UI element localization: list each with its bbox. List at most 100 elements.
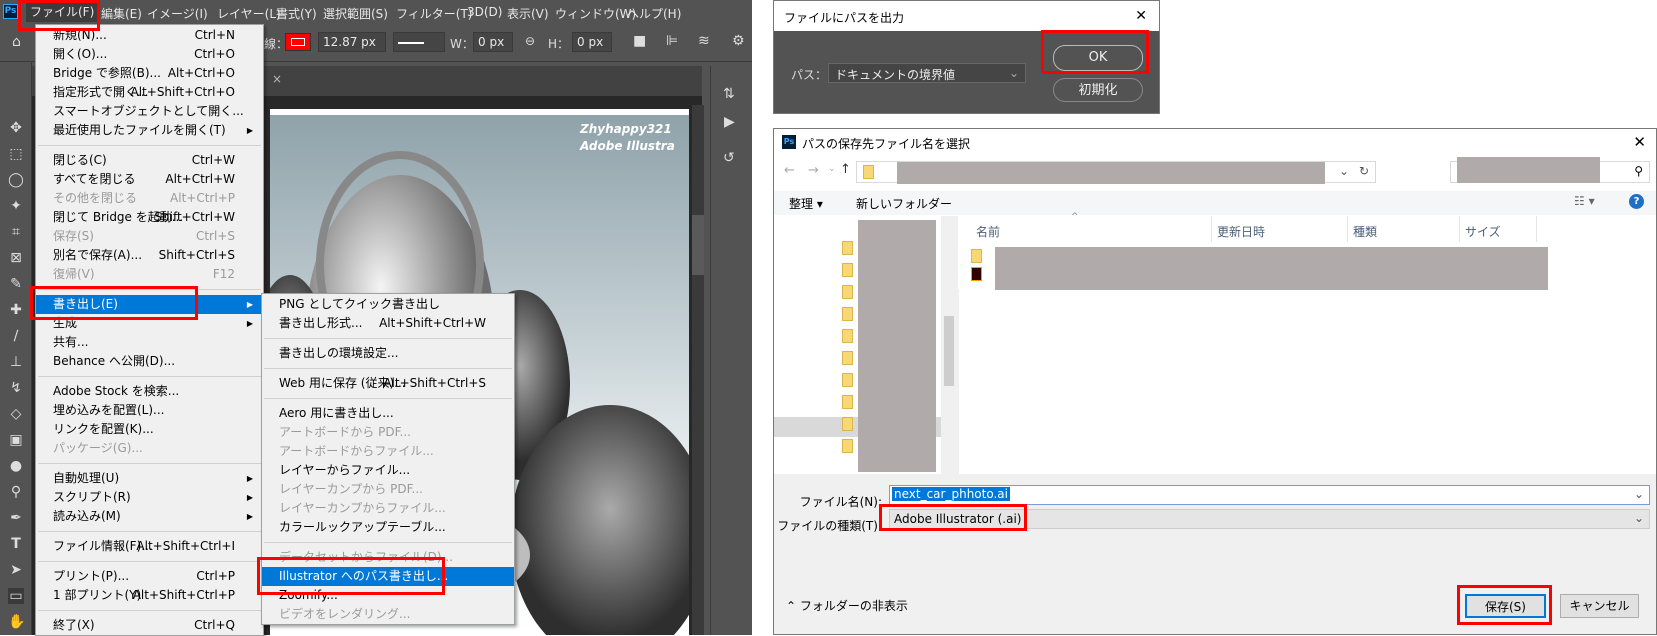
canvas-vertical-scrollbar[interactable] bbox=[692, 105, 704, 635]
menu-item-31[interactable]: プリント(P)... Ctrl+P bbox=[36, 567, 263, 586]
column-type[interactable]: 種類 bbox=[1353, 223, 1377, 240]
menu-item-18[interactable]: Behance へ公開(D)... bbox=[36, 352, 263, 371]
crop-tool-icon[interactable]: ⌗ bbox=[8, 224, 24, 240]
filename-input[interactable]: next_car_phhoto.ai ⌄ bbox=[889, 485, 1650, 505]
menu-item-1[interactable]: 書き出し形式... Alt+Shift+Ctrl+W bbox=[262, 314, 514, 333]
stamp-tool-icon[interactable]: ⊥ bbox=[8, 354, 24, 370]
history-panel-icon[interactable]: ⇅ bbox=[723, 86, 735, 102]
menu-item-7[interactable]: Aero 用に書き出し... bbox=[262, 404, 514, 423]
menu-item-21[interactable]: 埋め込みを配置(L)... bbox=[36, 401, 263, 420]
menu-item-10[interactable]: レイヤーからファイル... bbox=[262, 461, 514, 480]
menu-item-27[interactable]: 読み込み(M) ▶ bbox=[36, 507, 263, 526]
type-tool-icon[interactable]: T bbox=[8, 536, 24, 552]
blur-tool-icon[interactable]: ● bbox=[8, 458, 24, 474]
path-arrangement-icon[interactable]: ≋ bbox=[698, 33, 710, 49]
menu-item-34[interactable]: 終了(X) Ctrl+Q bbox=[36, 616, 263, 635]
menu-edit[interactable]: 編集(E) bbox=[101, 5, 142, 22]
home-icon[interactable]: ⌂ bbox=[12, 34, 21, 50]
menu-item-1[interactable]: 開く(O)... Ctrl+O bbox=[36, 45, 263, 64]
menu-window[interactable]: ウィンドウ(W) bbox=[555, 5, 636, 22]
height-input[interactable]: 0 px bbox=[572, 32, 612, 52]
menu-item-0[interactable]: 新規(N)... Ctrl+N bbox=[36, 26, 263, 45]
menu-image[interactable]: イメージ(I) bbox=[147, 5, 208, 22]
width-input[interactable]: 0 px bbox=[473, 32, 513, 52]
back-arrow-icon[interactable]: ← bbox=[784, 163, 795, 178]
frame-tool-icon[interactable]: ⊠ bbox=[8, 250, 24, 266]
path-alignment-icon[interactable]: ⊫ bbox=[666, 33, 678, 49]
lasso-tool-icon[interactable]: ◯ bbox=[8, 172, 24, 188]
path-operations-icon[interactable]: ■ bbox=[633, 33, 646, 49]
healing-brush-tool-icon[interactable]: ✚ bbox=[8, 302, 24, 318]
menu-item-5[interactable]: 最近使用したファイルを開く(T) ▶ bbox=[36, 121, 263, 140]
hand-tool-icon[interactable]: ✋ bbox=[8, 614, 25, 630]
menu-item-20[interactable]: Adobe Stock を検索... bbox=[36, 382, 263, 401]
marquee-tool-icon[interactable]: ⬚ bbox=[8, 146, 24, 162]
menu-help[interactable]: ヘルプ(H) bbox=[627, 5, 681, 22]
close-icon[interactable]: ✕ bbox=[1633, 133, 1646, 151]
menu-filter[interactable]: フィルター(T) bbox=[396, 5, 472, 22]
tree-folder-icon[interactable] bbox=[842, 241, 853, 255]
stroke-style-select[interactable] bbox=[393, 32, 445, 52]
menu-item-5[interactable]: Web 用に保存 (従来)... Alt+Shift+Ctrl+S bbox=[262, 374, 514, 393]
dodge-tool-icon[interactable]: ⚲ bbox=[8, 484, 24, 500]
chevron-down-icon[interactable]: ⌄ bbox=[1634, 487, 1644, 501]
close-tab-icon[interactable]: × bbox=[272, 72, 282, 86]
menu-view[interactable]: 表示(V) bbox=[507, 5, 549, 22]
menu-3d[interactable]: 3D(D) bbox=[467, 5, 502, 19]
rectangle-tool-icon[interactable]: ▭ bbox=[8, 588, 24, 604]
gear-icon[interactable]: ⚙ bbox=[732, 33, 745, 49]
menu-item-22[interactable]: リンクを配置(K)... bbox=[36, 420, 263, 439]
filetype-select[interactable]: Adobe Illustrator (.ai) ⌄ bbox=[889, 509, 1650, 529]
refresh-icon[interactable]: ↻ bbox=[1359, 164, 1369, 178]
actions-play-icon[interactable]: ▶ bbox=[724, 114, 735, 130]
help-icon[interactable]: ? bbox=[1629, 194, 1644, 209]
link-icon[interactable]: ⊖ bbox=[525, 34, 535, 48]
move-tool-icon[interactable]: ✥ bbox=[8, 120, 24, 136]
gradient-tool-icon[interactable]: ▣ bbox=[8, 432, 24, 448]
eyedropper-tool-icon[interactable]: ✎ bbox=[8, 276, 24, 292]
file-list[interactable]: ^ 名前 更新日時 種類 サイズ bbox=[959, 212, 1656, 474]
path-selection-tool-icon[interactable]: ➤ bbox=[8, 562, 24, 578]
menu-type[interactable]: 書式(Y) bbox=[276, 5, 317, 22]
up-arrow-icon[interactable]: ↑ bbox=[840, 162, 851, 177]
close-icon[interactable]: ✕ bbox=[1135, 8, 1147, 24]
menu-item-7[interactable]: 閉じる(C) Ctrl+W bbox=[36, 151, 263, 170]
view-options-icon[interactable]: ☷ ▾ bbox=[1574, 194, 1595, 208]
cancel-button[interactable]: キャンセル bbox=[1560, 594, 1639, 618]
brush-tool-icon[interactable]: ∕ bbox=[8, 328, 24, 344]
tree-folder-icon[interactable] bbox=[842, 263, 853, 277]
stroke-width-input[interactable]: 12.87 px bbox=[318, 32, 386, 52]
magic-wand-tool-icon[interactable]: ✦ bbox=[8, 198, 24, 214]
menu-layer[interactable]: レイヤー(L) bbox=[217, 5, 281, 22]
menu-item-10[interactable]: 閉じて Bridge を起動... Shift+Ctrl+W bbox=[36, 208, 263, 227]
tree-folder-icon[interactable] bbox=[842, 351, 853, 365]
menu-item-2[interactable]: Bridge で参照(B)... Alt+Ctrl+O bbox=[36, 64, 263, 83]
menu-item-16[interactable]: Illustrator へのパス書き出し... bbox=[262, 567, 514, 586]
tree-folder-icon[interactable] bbox=[842, 417, 853, 431]
save-button[interactable]: 保存(S) bbox=[1465, 594, 1546, 618]
pen-tool-icon[interactable]: ✒ bbox=[8, 510, 24, 526]
ok-button[interactable]: OK bbox=[1053, 45, 1143, 71]
tree-folder-icon[interactable] bbox=[842, 307, 853, 321]
menu-item-12[interactable]: 別名で保存(A)... Shift+Ctrl+S bbox=[36, 246, 263, 265]
reset-button[interactable]: 初期化 bbox=[1053, 78, 1143, 102]
menu-item-4[interactable]: スマートオブジェクトとして開く... bbox=[36, 102, 263, 121]
menu-item-8[interactable]: すべてを閉じる Alt+Ctrl+W bbox=[36, 170, 263, 189]
menu-item-3[interactable]: 指定形式で開く... Alt+Shift+Ctrl+O bbox=[36, 83, 263, 102]
column-modified[interactable]: 更新日時 bbox=[1217, 223, 1265, 240]
menu-item-16[interactable]: 生成 ▶ bbox=[36, 314, 263, 333]
tree-folder-icon[interactable] bbox=[842, 373, 853, 387]
eraser-tool-icon[interactable]: ◇ bbox=[8, 406, 24, 422]
menu-item-26[interactable]: スクリプト(R) ▶ bbox=[36, 488, 263, 507]
new-folder-button[interactable]: 新しいフォルダー bbox=[856, 195, 952, 212]
tree-folder-icon[interactable] bbox=[842, 439, 853, 453]
path-select[interactable]: ドキュメントの境界値 ⌄ bbox=[828, 63, 1026, 83]
menu-item-13[interactable]: カラールックアップテーブル... bbox=[262, 518, 514, 537]
menu-item-17[interactable]: Zoomify... bbox=[262, 586, 514, 605]
history-brush-tool-icon[interactable]: ↯ bbox=[8, 380, 24, 396]
tree-folder-icon[interactable] bbox=[842, 285, 853, 299]
menu-file[interactable]: ファイル(F) bbox=[26, 2, 99, 22]
menu-item-3[interactable]: 書き出しの環境設定... bbox=[262, 344, 514, 363]
menu-item-29[interactable]: ファイル情報(F)... Alt+Shift+Ctrl+I bbox=[36, 537, 263, 556]
menu-item-32[interactable]: 1 部プリント(Y) Alt+Shift+Ctrl+P bbox=[36, 586, 263, 605]
